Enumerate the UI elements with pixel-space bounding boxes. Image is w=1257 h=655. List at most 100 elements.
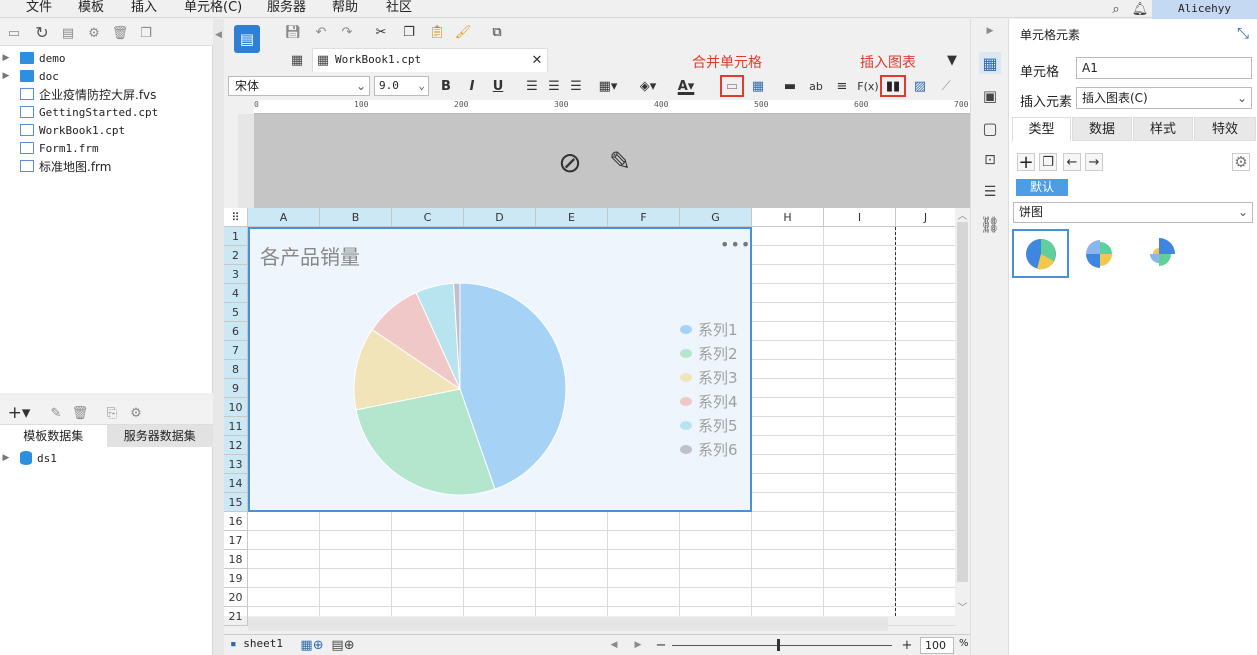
row-header[interactable]: 14 (224, 474, 248, 493)
cell-field[interactable]: A1 (1076, 57, 1252, 79)
column-header[interactable]: I (824, 208, 896, 227)
user-name[interactable]: Alicehyy (1152, 0, 1257, 19)
tab-effects[interactable]: 特效 (1194, 117, 1256, 141)
pie-thumb-basic[interactable] (1012, 229, 1069, 278)
tab-type[interactable]: 类型 (1012, 117, 1071, 141)
unmerge-cells-button[interactable]: ▦ (748, 76, 768, 96)
column-header[interactable]: H (752, 208, 824, 227)
row-header[interactable]: 1 (224, 227, 248, 246)
underline-button[interactable]: U (488, 76, 508, 96)
cut-icon[interactable]: ✂ (372, 23, 390, 41)
image-icon[interactable]: ▨ (910, 76, 930, 96)
preview-icon[interactable]: ⎘ (104, 405, 120, 421)
column-header[interactable]: B (320, 208, 392, 227)
row-header[interactable]: 9 (224, 379, 248, 398)
delete-icon[interactable]: 🗑︎ (112, 25, 129, 41)
row-header[interactable]: 17 (224, 531, 248, 550)
tab-server-dataset[interactable]: 服务器数据集 (106, 425, 213, 447)
arrow-left-icon[interactable]: ← (1063, 153, 1081, 171)
slash-icon[interactable]: ⟋ (936, 76, 956, 96)
tree-item-file[interactable]: 企业疫情防控大屏.fvs (0, 85, 213, 103)
row-header[interactable]: 7 (224, 341, 248, 360)
bell-icon[interactable]: 🔔︎ (1131, 0, 1149, 18)
copy-icon[interactable]: ❐ (138, 25, 154, 41)
more-icon[interactable]: ••• (720, 235, 751, 254)
legend-item[interactable]: 系列5 (680, 415, 738, 436)
template-icon[interactable]: ▤ (60, 25, 76, 41)
expand-icon[interactable]: ▶ (0, 53, 12, 63)
zoom-slider[interactable] (672, 645, 892, 646)
add-form-sheet-icon[interactable]: ▤⊕ (331, 637, 354, 653)
row-header[interactable]: 20 (224, 588, 248, 607)
tab-workbook[interactable]: ▦ WorkBook1.cpt ✕ (312, 48, 548, 72)
sheet-tab[interactable]: ▪ sheet1 (230, 637, 283, 650)
delete-icon[interactable]: 🗑︎ (72, 405, 89, 421)
copy-icon[interactable]: ❐ (1039, 153, 1057, 171)
prev-icon[interactable]: ◀ (608, 637, 620, 653)
align-left-icon[interactable]: ☰ (522, 76, 542, 96)
row-header[interactable]: 16 (224, 512, 248, 531)
formula-icon[interactable]: F(x) (857, 76, 878, 96)
dataset-item[interactable]: ▶ ds1 (0, 449, 213, 467)
search-icon[interactable]: ⌕ (1107, 0, 1125, 18)
column-header[interactable]: G (680, 208, 752, 227)
menu-help[interactable]: 帮助 (332, 0, 358, 18)
row-header[interactable]: 5 (224, 303, 248, 322)
format-painter-icon[interactable]: 🖌︎ (454, 23, 472, 41)
column-header[interactable]: J (896, 208, 956, 227)
zoom-out-icon[interactable]: − (654, 637, 668, 653)
row-header[interactable]: 10 (224, 398, 248, 417)
font-color-icon[interactable]: A▾ (676, 76, 696, 96)
font-select[interactable]: 宋体 ⌄ (228, 76, 370, 96)
cell-attribute-icon[interactable]: ▣ (979, 85, 1001, 107)
zoom-in-icon[interactable]: + (900, 637, 914, 653)
add-dataset-icon[interactable]: +▾ (6, 403, 32, 423)
legend-item[interactable]: 系列2 (680, 343, 738, 364)
menu-server[interactable]: 服务器 (267, 0, 306, 18)
redo-icon[interactable]: ↷ (338, 23, 356, 41)
add-sheet-icon[interactable]: ▦⊕ (300, 637, 323, 653)
row-header[interactable]: 18 (224, 550, 248, 569)
float-element-icon[interactable]: ▢ (979, 117, 1001, 139)
default-tag[interactable]: 默认 (1016, 179, 1068, 196)
gear-icon[interactable]: ⚙ (1232, 153, 1250, 171)
pin-icon[interactable]: ▼ (944, 53, 960, 68)
zoom-slider-thumb[interactable] (777, 639, 780, 651)
menu-community[interactable]: 社区 (386, 0, 412, 18)
tree-item-file[interactable]: WorkBook1.cpt (0, 121, 213, 139)
legend-item[interactable]: 系列4 (680, 391, 738, 412)
collapse-left-icon[interactable]: ◀ (213, 29, 224, 41)
collapse-panel-icon[interactable]: ⤡ (1235, 24, 1251, 42)
bar-chart-icon[interactable]: ▮▮ (883, 76, 903, 96)
scroll-up-icon[interactable]: ︿ (955, 208, 970, 222)
row-header[interactable]: 13 (224, 455, 248, 474)
column-header[interactable]: C (392, 208, 464, 227)
row-header[interactable]: 15 (224, 493, 248, 512)
align-right-icon[interactable]: ☰ (566, 76, 586, 96)
tab-data[interactable]: 数据 (1072, 117, 1132, 141)
italic-button[interactable]: I (462, 76, 482, 96)
arrow-right-icon[interactable]: → (1085, 153, 1103, 171)
row-header[interactable]: 19 (224, 569, 248, 588)
pie-thumb-variable[interactable] (1071, 229, 1128, 278)
scroll-thumb[interactable] (957, 222, 968, 582)
preview-icon[interactable]: ⧉ (488, 23, 506, 41)
row-header[interactable]: 3 (224, 265, 248, 284)
save-icon[interactable]: 💾︎ (284, 23, 302, 41)
tree-item-file[interactable]: GettingStarted.cpt (0, 103, 213, 121)
fill-color-icon[interactable]: ◈▾ (638, 76, 658, 96)
text-icon[interactable]: ab (806, 76, 826, 96)
menu-insert[interactable]: 插入 (131, 0, 157, 18)
next-icon[interactable]: ▶ (632, 637, 644, 653)
legend-item[interactable]: 系列3 (680, 367, 738, 388)
font-size-select[interactable]: 9.0 ⌄ (374, 76, 429, 96)
tree-item-doc[interactable]: ▶ doc (0, 67, 213, 85)
grid-icon[interactable]: ▦ (288, 51, 306, 69)
menu-file[interactable]: 文件 (26, 0, 52, 18)
select-all-icon[interactable]: ⠿ (224, 208, 248, 227)
eye-off-icon[interactable]: ⊘ (552, 146, 588, 179)
legend-item[interactable]: 系列6 (680, 439, 738, 460)
bold-button[interactable]: B (436, 76, 456, 96)
report-header-area[interactable]: ⊘ ✎ (254, 114, 970, 208)
row-header[interactable]: 6 (224, 322, 248, 341)
